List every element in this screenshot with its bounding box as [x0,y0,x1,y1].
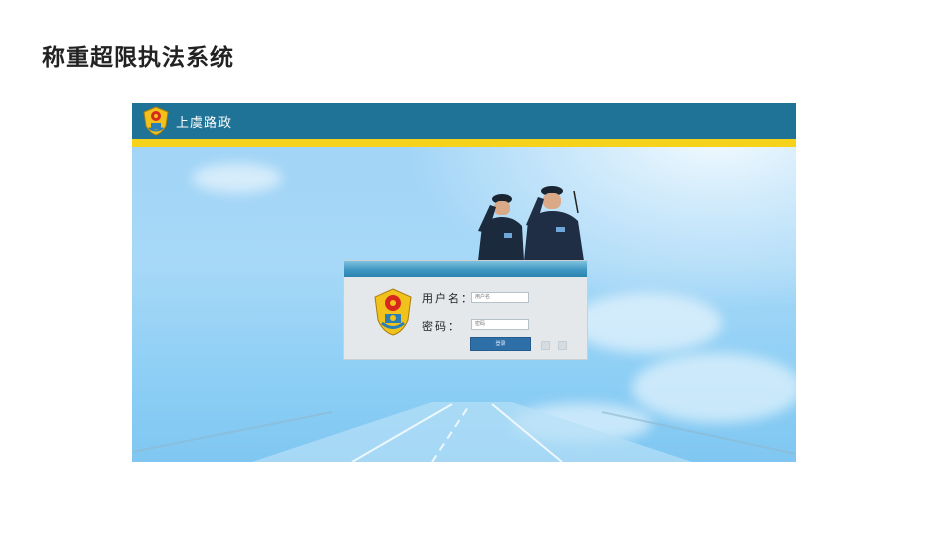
option-box[interactable] [558,341,567,350]
login-panel-header [344,261,587,277]
header-title: 上虞路政 [176,116,233,131]
cloud [192,163,282,193]
cloud [572,293,722,353]
header-stripe [132,139,796,147]
login-screenshot: 上虞路政 用户名： 密码： 登录 [132,103,796,462]
page-title: 称重超限执法系统 [42,45,234,71]
highway-road [132,402,796,462]
username-label: 用户名： [422,292,474,305]
login-panel: 用户名： 密码： 登录 [343,260,588,360]
password-input[interactable] [471,319,529,330]
road-administration-emblem-icon [143,106,169,136]
header-bar: 上虞路政 [132,103,796,139]
login-button[interactable]: 登录 [470,337,531,351]
saluting-officers-image [478,186,584,261]
road-administration-emblem-icon [374,288,412,336]
username-input[interactable] [471,292,529,303]
password-label: 密码： [422,320,461,333]
option-box[interactable] [541,341,550,350]
